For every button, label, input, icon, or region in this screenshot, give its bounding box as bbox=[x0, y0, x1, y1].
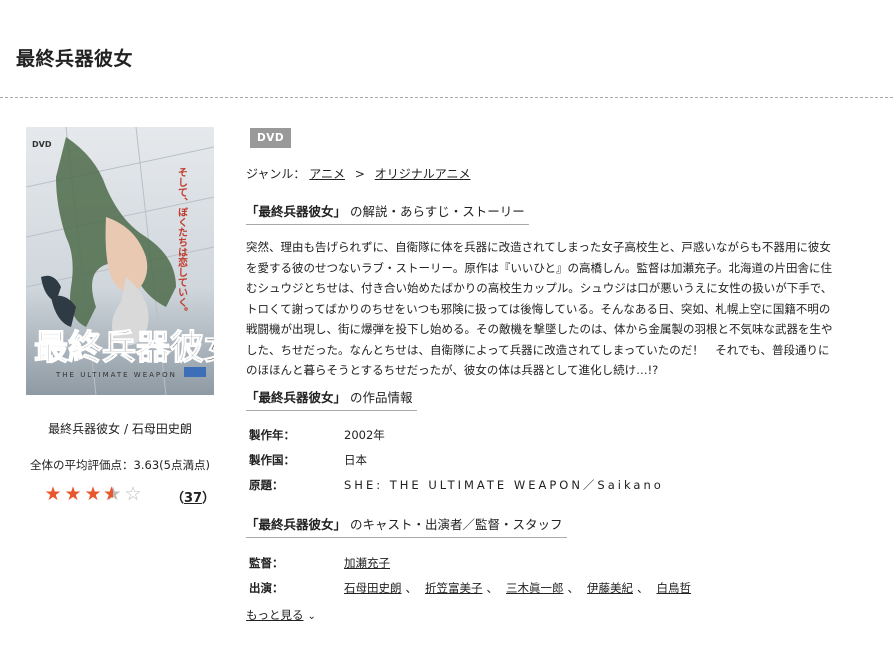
cover-vol-badge bbox=[184, 367, 206, 377]
cover-title-art: 最終兵器彼女 bbox=[34, 328, 214, 368]
info-row-year: 製作年： 2002年 bbox=[249, 428, 385, 442]
director-link[interactable]: 加瀬充子 bbox=[344, 556, 390, 570]
average-rating-text: 全体の平均評価点：3.63(5点満点) bbox=[30, 458, 210, 472]
cover-subtitle-art: THE ULTIMATE WEAPON bbox=[55, 371, 177, 379]
cast-link[interactable]: 伊藤美紀 bbox=[587, 581, 633, 595]
info-heading: 「最終兵器彼女」 の作品情報 bbox=[246, 387, 417, 411]
cast-link[interactable]: 三木眞一郎 bbox=[506, 581, 564, 595]
director-row: 監督： 加瀬充子 bbox=[249, 556, 390, 570]
star-empty-icon: ☆ bbox=[124, 483, 142, 505]
cover-vertical-text: そして、ぼくたちは恋していく。 bbox=[176, 167, 188, 317]
star-half-icon: ★ ★ bbox=[103, 483, 122, 505]
genre-link-anime[interactable]: アニメ bbox=[309, 167, 345, 181]
cast-link[interactable]: 折笠富美子 bbox=[425, 581, 483, 595]
review-count-link[interactable]: 37 bbox=[184, 491, 202, 506]
show-more[interactable]: もっと見る ⌄ bbox=[246, 607, 316, 623]
cover-caption: 最終兵器彼女 / 石母田史朗 bbox=[48, 422, 192, 436]
page-title: 最終兵器彼女 bbox=[16, 48, 134, 70]
star-rating: ★ ★ ★ ★ ★ ☆ bbox=[43, 484, 143, 504]
synopsis-text: 突然、理由も告げられずに、自衛隊に体を兵器に改造されてしまった女子高校生と、戸惑… bbox=[246, 240, 833, 377]
cast-heading: 「最終兵器彼女」 のキャスト・出演者／監督・スタッフ bbox=[246, 514, 567, 538]
synopsis-heading: 「最終兵器彼女」 の解説・あらすじ・ストーリー bbox=[246, 201, 529, 225]
star-full-icon: ★ bbox=[84, 483, 102, 505]
genre-breadcrumb: ジャンル： アニメ > オリジナルアニメ bbox=[246, 165, 470, 182]
review-count: （37） bbox=[171, 491, 216, 506]
header-divider bbox=[0, 97, 893, 98]
star-full-icon: ★ bbox=[64, 483, 82, 505]
info-row-country: 製作国： 日本 bbox=[249, 453, 367, 467]
cast-link[interactable]: 石母田史朗 bbox=[344, 581, 402, 595]
genre-link-original-anime[interactable]: オリジナルアニメ bbox=[375, 167, 471, 181]
star-full-icon: ★ bbox=[44, 483, 62, 505]
format-badge: DVD bbox=[250, 128, 292, 148]
cast-row: 出演： 石母田史朗、折笠富美子、三木眞一郎、伊藤美紀、白鳥哲 bbox=[249, 581, 692, 595]
breadcrumb-separator: > bbox=[354, 167, 365, 181]
info-row-original-title: 原題： SHE: THE ULTIMATE WEAPON／Saikano bbox=[249, 478, 664, 492]
show-more-link[interactable]: もっと見る bbox=[246, 608, 304, 622]
cover-dvd-label: DVD bbox=[32, 140, 52, 149]
chevron-down-icon: ⌄ bbox=[307, 611, 316, 622]
dvd-cover-image[interactable]: そして、ぼくたちは恋していく。 DVD 最終兵器彼女 THE ULTIMATE … bbox=[26, 127, 214, 395]
genre-label: ジャンル： bbox=[246, 167, 306, 181]
cast-link[interactable]: 白鳥哲 bbox=[657, 581, 692, 595]
